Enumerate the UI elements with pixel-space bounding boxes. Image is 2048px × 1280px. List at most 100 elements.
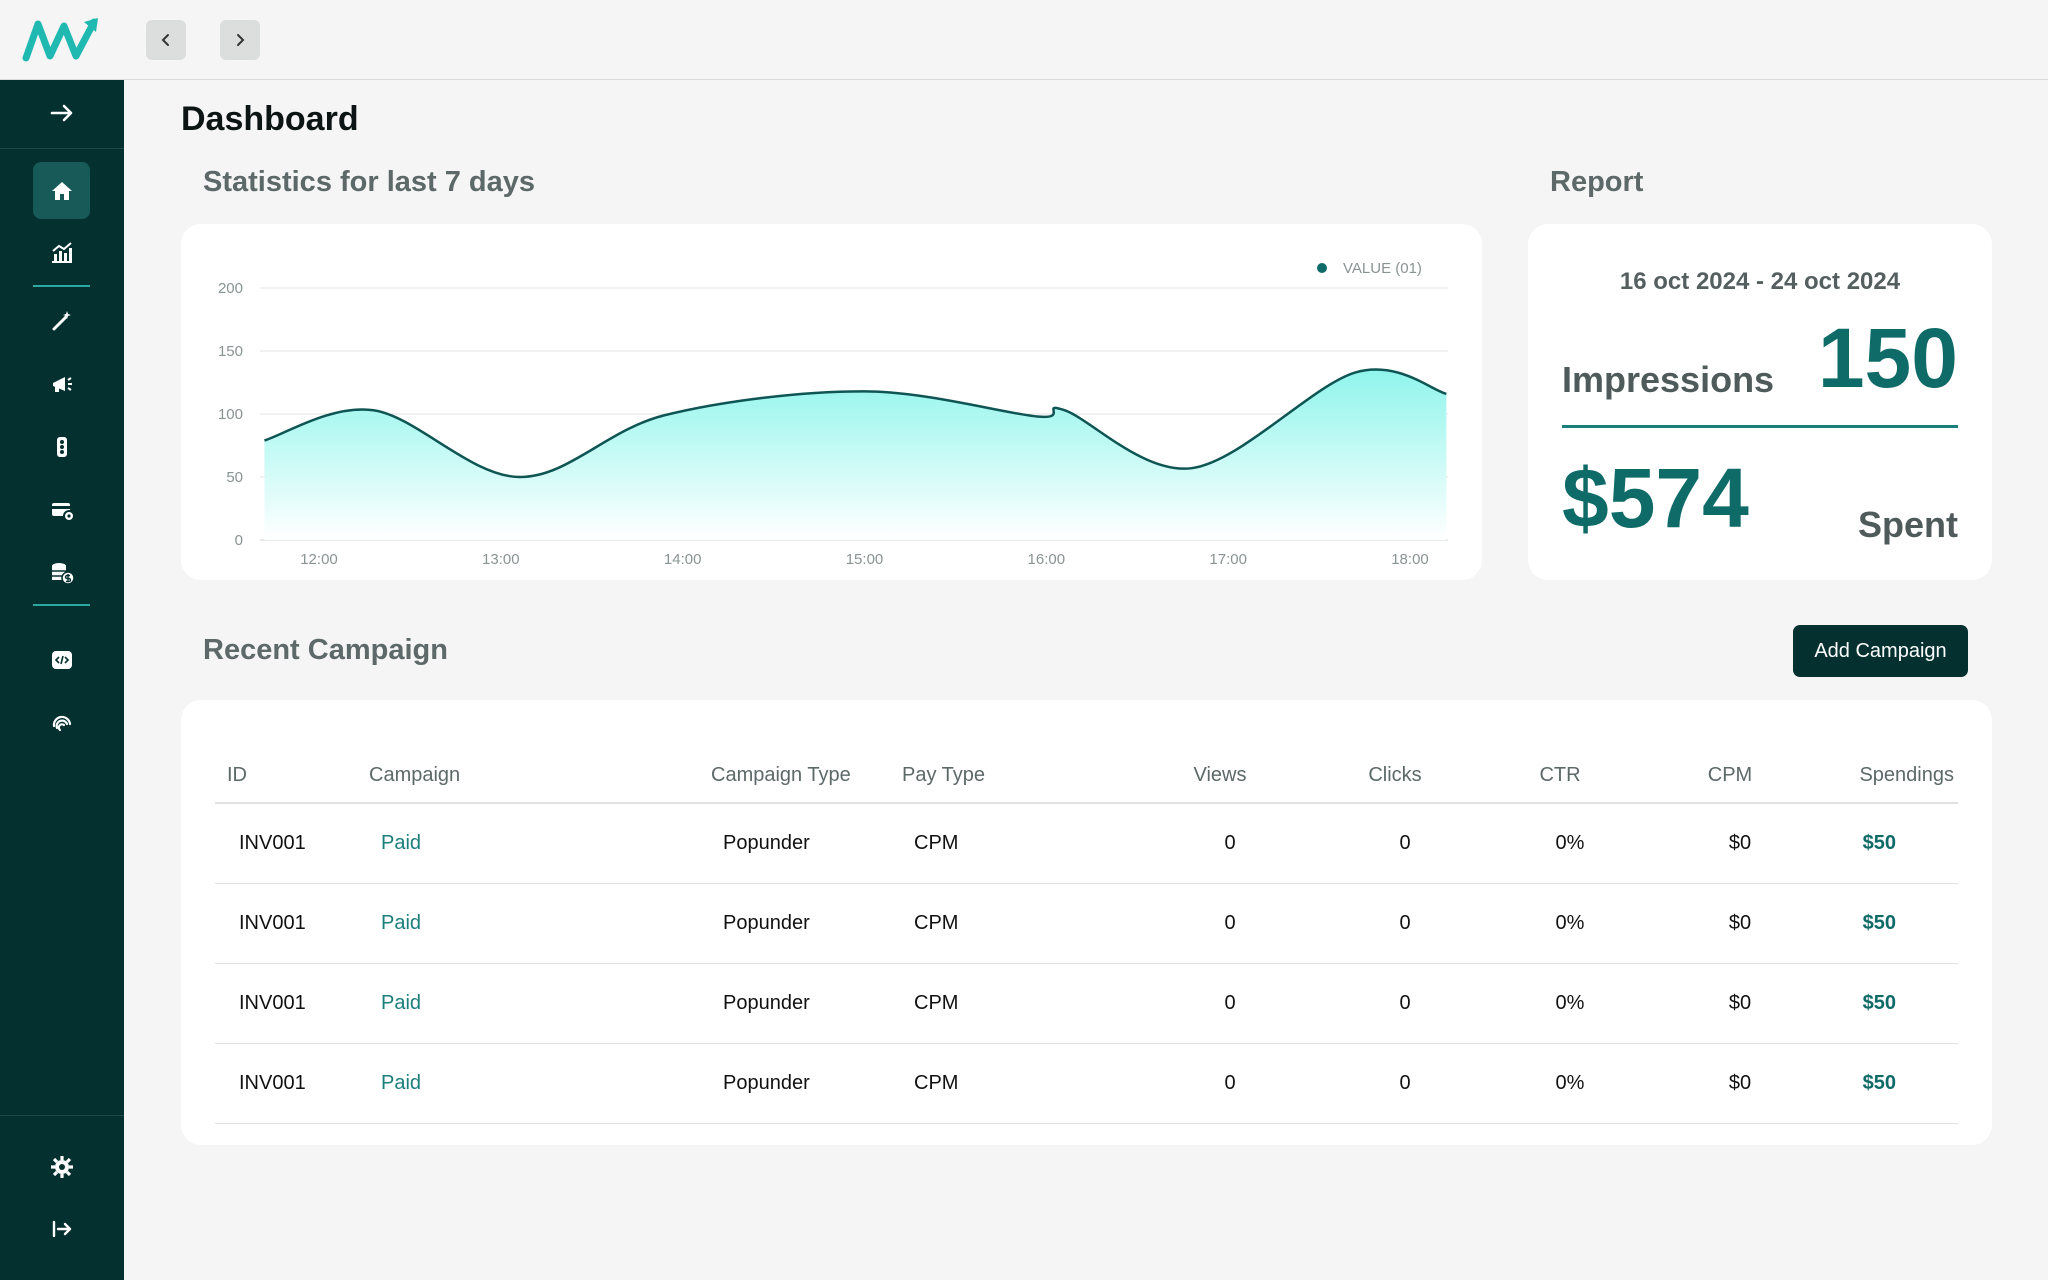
table-row[interactable]: INV001 Paid Popunder CPM 0 0 0% $0 $50 [215,884,1958,964]
sidebar-item-api[interactable] [33,631,90,688]
stats-chart-card: 0 50 100 150 200 12:00 13:00 14:00 15:00 16:00 17:… [181,224,1482,580]
forward-button[interactable] [220,20,260,60]
cell-id: INV001 [239,1072,306,1094]
back-button[interactable] [146,20,186,60]
sidebar-divider [33,604,90,606]
page-title: Dashboard [181,100,359,138]
cell-views: 0 [1224,992,1236,1014]
traffic-light-icon [56,436,67,457]
cell-spendings: $50 [1862,832,1896,854]
y-tick-label: 100 [218,406,243,423]
cell-clicks: 0 [1399,1072,1411,1094]
sidebar-item-finance[interactable] [33,544,90,601]
sidebar-item-traffic[interactable] [33,418,90,475]
legend-label: VALUE (01) [1343,260,1422,277]
y-tick-label: 50 [226,469,243,486]
cell-campaign-type: Popunder [723,912,810,934]
report-divider [1562,425,1958,428]
top-bar [0,0,2048,80]
x-tick-label: 17:00 [1209,551,1247,568]
y-tick-label: 200 [218,280,243,297]
cell-clicks: 0 [1399,992,1411,1014]
sidebar-item-analytics[interactable] [33,224,90,281]
cell-ctr: 0% [1555,832,1585,854]
home-icon [51,181,72,200]
sidebar-item-campaigns[interactable] [33,355,90,412]
cell-campaign[interactable]: Paid [381,1044,601,1123]
x-tick-label: 14:00 [664,551,702,568]
cell-campaign-type: Popunder [723,992,810,1014]
sidebar-divider [0,148,124,149]
sidebar-item-tracking[interactable] [33,694,90,751]
column-header-clicks[interactable]: Clicks [1320,748,1470,802]
cell-clicks: 0 [1399,912,1411,934]
cell-pay-type: CPM [914,832,959,854]
stats-title: Statistics for last 7 days [203,166,536,198]
table-row[interactable]: INV001 Paid Popunder CPM 0 0 0% $0 $50 [215,804,1958,884]
report-card: 16 oct 2024 - 24 oct 2024 Impressions 15… [1528,224,1992,580]
sidebar-item-settings[interactable] [33,1138,90,1195]
cell-views: 0 [1224,912,1236,934]
column-header-campaign[interactable]: Campaign [369,748,589,802]
sidebar-item-creatives[interactable] [33,292,90,349]
x-tick-label: 15:00 [846,551,884,568]
cell-id: INV001 [239,832,306,854]
campaign-table: ID Campaign Campaign Type Pay Type Views Clic… [215,748,1958,1124]
y-tick-label: 0 [235,532,243,549]
cell-pay-type: CPM [914,1072,959,1094]
cell-campaign[interactable]: Paid [381,884,601,963]
sidebar-item-home[interactable] [33,162,90,219]
column-header-pay-type[interactable]: Pay Type [902,748,1102,802]
cell-campaign[interactable]: Paid [381,964,601,1043]
cell-pay-type: CPM [914,992,959,1014]
table-header-row: ID Campaign Campaign Type Pay Type Views Clic… [215,748,1958,804]
app-logo-icon[interactable] [22,16,102,64]
logout-icon [52,1220,71,1237]
column-header-views[interactable]: Views [1145,748,1295,802]
report-title: Report [1550,166,1644,198]
stats-chart: 0 50 100 150 200 12:00 13:00 14:00 15:00 16:00 17:… [218,260,1448,568]
x-tick-label: 18:00 [1391,551,1429,568]
sidebar-divider [33,285,90,287]
sidebar-item-logout[interactable] [33,1200,90,1257]
spent-label: Spent [1857,504,1958,545]
x-tick-label: 12:00 [300,551,338,568]
cell-id: INV001 [239,912,306,934]
campaign-table-card: ID Campaign Campaign Type Pay Type Views Clic… [181,700,1992,1145]
column-header-ctr[interactable]: CTR [1495,748,1625,802]
cell-campaign[interactable]: Paid [381,804,601,883]
chevron-left-icon [161,34,169,46]
sidebar-collapse-button[interactable] [33,84,90,141]
impressions-value: 150 [1817,311,1958,405]
cell-ctr: 0% [1555,992,1585,1014]
column-header-cpm[interactable]: CPM [1665,748,1795,802]
y-tick-label: 150 [218,343,243,360]
column-header-campaign-type[interactable]: Campaign Type [711,748,901,802]
table-row[interactable]: INV001 Paid Popunder CPM 0 0 0% $0 $50 [215,964,1958,1044]
fingerprint-icon [52,715,71,731]
sidebar-item-billing[interactable] [33,481,90,538]
x-tick-label: 16:00 [1028,551,1066,568]
column-header-id[interactable]: ID [227,748,347,802]
cell-pay-type: CPM [914,912,959,934]
column-header-spendings[interactable]: Spendings [1815,748,1954,802]
coins-dollar-icon [51,562,75,585]
table-row[interactable]: INV001 Paid Popunder CPM 0 0 0% $0 $50 [215,1044,1958,1124]
magic-wand-icon [52,310,71,330]
chart-area [264,369,1447,540]
chevron-right-icon [237,34,245,46]
analytics-icon [51,241,72,263]
add-campaign-button[interactable]: Add Campaign [1793,625,1968,677]
cell-campaign-type: Popunder [723,832,810,854]
cell-ctr: 0% [1555,912,1585,934]
cell-views: 0 [1224,1072,1236,1094]
sidebar-divider [0,1115,124,1116]
legend-marker [1317,263,1327,273]
impressions-label: Impressions [1562,359,1775,400]
spent-value: $574 [1562,451,1749,545]
report-date-range: 16 oct 2024 - 24 oct 2024 [1619,268,1901,295]
cell-id: INV001 [239,992,306,1014]
cell-spendings: $50 [1862,992,1896,1014]
x-tick-label: 13:00 [482,551,520,568]
code-icon [51,650,72,669]
